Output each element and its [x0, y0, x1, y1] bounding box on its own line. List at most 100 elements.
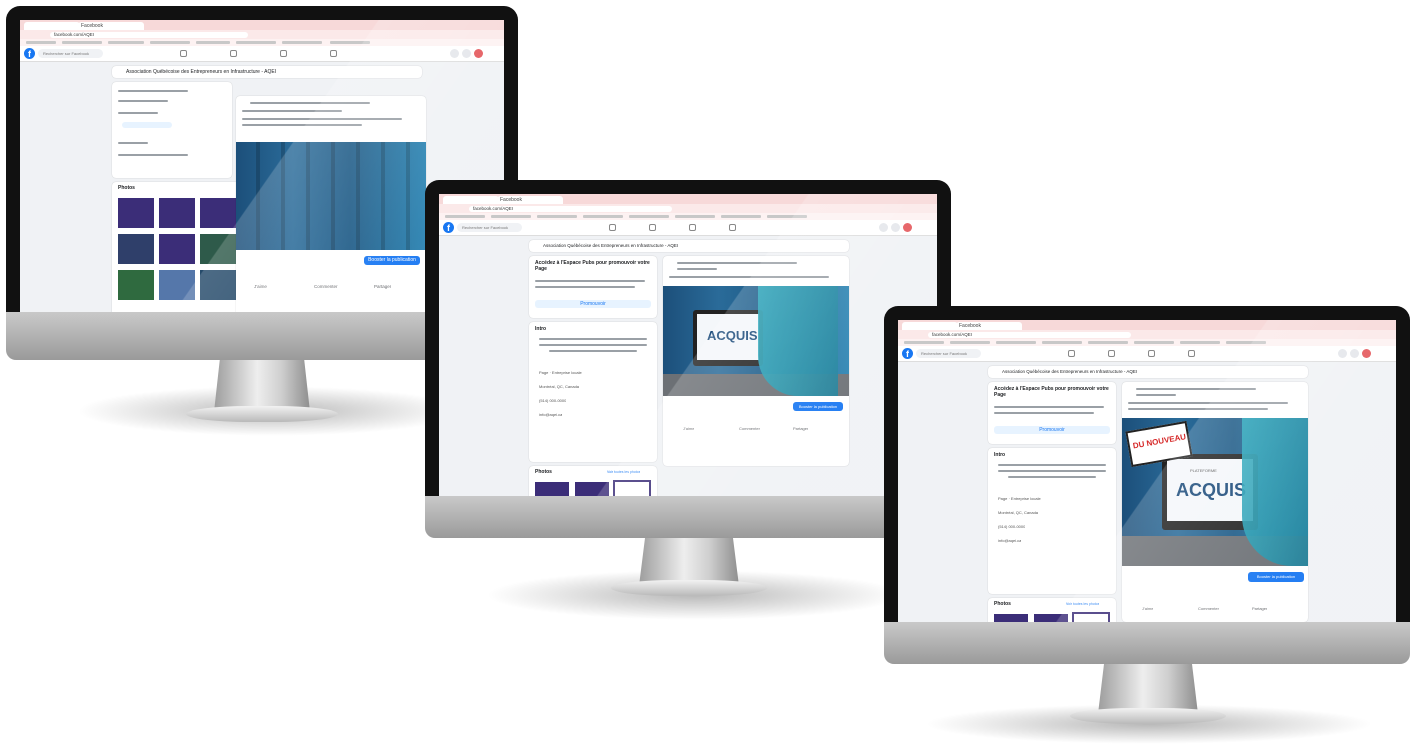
bookmarks-bar	[439, 213, 937, 220]
messenger-icon[interactable]	[1350, 349, 1359, 358]
photo-thumb[interactable]	[157, 268, 197, 302]
comment-action[interactable]: Commenter	[314, 284, 338, 289]
browser-tab-active[interactable]: Facebook	[78, 22, 144, 30]
boost-button[interactable]: Booster la publication	[364, 256, 420, 265]
menu-icon[interactable]	[450, 49, 459, 58]
monitor-2-screen: Facebook facebook.com/AQEI f Rechercher …	[439, 194, 937, 496]
photo-thumb[interactable]	[116, 196, 156, 230]
monitor-3-stand	[1098, 664, 1198, 714]
post-image[interactable]: PLATEFORME ACQUIS DU NOUVEAU	[1122, 418, 1308, 566]
photo-thumb[interactable]	[116, 268, 156, 302]
home-icon[interactable]	[180, 50, 187, 57]
post-image[interactable]	[236, 142, 426, 250]
about-item: Page · Entreprise locale	[539, 370, 582, 375]
browser-tab[interactable]	[443, 196, 499, 204]
marketplace-icon[interactable]	[280, 50, 287, 57]
monitor-3-screen: Facebook facebook.com/AQEI f Rechercher …	[898, 320, 1396, 622]
browser-tab-active[interactable]: Facebook	[956, 322, 1022, 330]
promo-card: Accédez à l'Espace Pubs pour promouvoir …	[988, 382, 1116, 444]
promo-title: Accédez à l'Espace Pubs pour promouvoir …	[994, 386, 1109, 398]
groups-icon[interactable]	[330, 50, 337, 57]
monitor-2-bezel: Facebook facebook.com/AQEI f Rechercher …	[425, 180, 951, 496]
intro-card	[112, 82, 232, 178]
photo-thumb[interactable]	[157, 196, 197, 230]
share-action[interactable]: Partager	[374, 284, 391, 289]
facebook-search-input[interactable]: Rechercher sur Facebook	[916, 349, 981, 358]
promote-button[interactable]: Promouvoir	[994, 426, 1110, 434]
messenger-icon[interactable]	[462, 49, 471, 58]
boost-button[interactable]: Booster la publication	[793, 402, 843, 411]
photo-thumb[interactable]	[1032, 612, 1070, 622]
photos-heading: Photos	[118, 185, 135, 191]
address-bar[interactable]: facebook.com/AQEI	[50, 31, 248, 38]
menu-icon[interactable]	[1338, 349, 1347, 358]
marketplace-icon[interactable]	[689, 224, 696, 231]
browser-tabbar: Facebook	[20, 20, 504, 30]
messenger-icon[interactable]	[891, 223, 900, 232]
menu-icon[interactable]	[879, 223, 888, 232]
photo-thumb[interactable]	[1072, 612, 1110, 622]
home-icon[interactable]	[609, 224, 616, 231]
comment-action[interactable]: Commenter	[1198, 606, 1219, 611]
photo-thumb[interactable]	[533, 480, 571, 496]
like-action[interactable]: J'aime	[1142, 606, 1153, 611]
photo-thumb[interactable]	[198, 268, 238, 302]
photo-thumb[interactable]	[157, 232, 197, 266]
video-icon[interactable]	[230, 50, 237, 57]
photo-thumb[interactable]	[992, 612, 1030, 622]
share-action[interactable]: Partager	[793, 426, 808, 431]
home-icon[interactable]	[1068, 350, 1075, 357]
facebook-search-input[interactable]: Rechercher sur Facebook	[38, 49, 103, 58]
see-all-photos-link[interactable]: Voir toutes les photos	[607, 470, 640, 474]
facebook-logo-icon[interactable]: f	[443, 222, 454, 233]
address-bar[interactable]: facebook.com/AQEI	[928, 331, 1132, 338]
promote-button[interactable]	[122, 122, 172, 128]
photo-thumb[interactable]	[116, 232, 156, 266]
video-icon[interactable]	[649, 224, 656, 231]
post-image[interactable]: ACQUIS	[663, 286, 849, 396]
facebook-topbar: f Rechercher sur Facebook	[439, 220, 937, 236]
groups-icon[interactable]	[1188, 350, 1195, 357]
about-item: (514) 000-0000	[998, 524, 1026, 529]
page-name: Association Québécoise des Entrepreneurs…	[126, 69, 277, 75]
about-item: Page · Entreprise locale	[998, 496, 1041, 501]
browser-tabbar: Facebook	[898, 320, 1396, 330]
page-header-card: Association Québécoise des Entrepreneurs…	[988, 366, 1308, 378]
facebook-topbar: f Rechercher sur Facebook	[20, 46, 504, 62]
intro-card: Intro Page · Entreprise locale Montréal,…	[988, 448, 1116, 594]
address-bar[interactable]: facebook.com/AQEI	[469, 205, 673, 212]
notifications-icon[interactable]	[903, 223, 912, 232]
about-item: Montréal, QC, Canada	[998, 510, 1039, 515]
photo-thumb[interactable]	[613, 480, 651, 496]
photos-heading: Photos	[535, 469, 552, 475]
see-all-photos-link[interactable]: Voir toutes les photos	[1066, 602, 1099, 606]
page-name: Association Québécoise des Entrepreneurs…	[543, 243, 679, 248]
notifications-icon[interactable]	[1362, 349, 1371, 358]
bookmarks-bar	[898, 339, 1396, 346]
about-item: info@aqei.ca	[539, 412, 563, 417]
like-action[interactable]: J'aime	[683, 426, 694, 431]
facebook-search-input[interactable]: Rechercher sur Facebook	[457, 223, 522, 232]
page-name: Association Québécoise des Entrepreneurs…	[1002, 369, 1138, 374]
photo-thumb[interactable]	[198, 232, 238, 266]
facebook-logo-icon[interactable]: f	[902, 348, 913, 359]
about-item: (514) 000-0000	[539, 398, 567, 403]
facebook-logo-icon[interactable]: f	[24, 48, 35, 59]
photos-heading: Photos	[994, 601, 1011, 607]
post-card: PLATEFORME ACQUIS DU NOUVEAU Booster la …	[1122, 382, 1308, 622]
browser-tab[interactable]	[902, 322, 958, 330]
boost-button[interactable]: Booster la publication	[1248, 572, 1304, 582]
page-header-card: Association Québécoise des Entrepreneurs…	[112, 66, 422, 78]
share-action[interactable]: Partager	[1252, 606, 1267, 611]
marketplace-icon[interactable]	[1148, 350, 1155, 357]
photo-thumb[interactable]	[198, 196, 238, 230]
browser-tab[interactable]	[24, 22, 80, 30]
photo-thumb[interactable]	[573, 480, 611, 496]
like-action[interactable]: J'aime	[254, 284, 267, 289]
notifications-icon[interactable]	[474, 49, 483, 58]
promote-button[interactable]: Promouvoir	[535, 300, 651, 308]
groups-icon[interactable]	[729, 224, 736, 231]
browser-tab-active[interactable]: Facebook	[497, 196, 563, 204]
comment-action[interactable]: Commenter	[739, 426, 760, 431]
video-icon[interactable]	[1108, 350, 1115, 357]
